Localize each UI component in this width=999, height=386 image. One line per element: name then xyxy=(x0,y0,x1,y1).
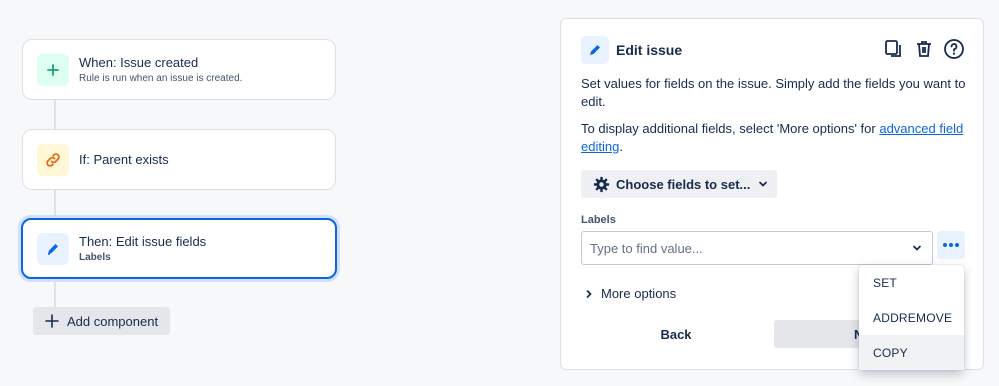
condition-title: If: Parent exists xyxy=(79,152,169,167)
field-operation-menu-button[interactable] xyxy=(937,231,965,259)
help-icon[interactable] xyxy=(943,38,965,60)
pencil-icon xyxy=(37,232,69,265)
display-note-suffix: . xyxy=(619,139,623,154)
panel-title: Edit issue xyxy=(616,42,683,58)
pencil-icon xyxy=(581,36,609,64)
link-icon xyxy=(37,143,69,176)
action-title: Then: Edit issue fields xyxy=(79,234,207,249)
labels-select-input[interactable]: Type to find value... xyxy=(581,231,933,265)
action-subtitle: Labels xyxy=(79,252,111,263)
plus-icon xyxy=(45,314,59,328)
menu-item-set[interactable]: SET xyxy=(859,265,964,300)
display-note-text: To display additional fields, select 'Mo… xyxy=(581,121,880,136)
condition-card[interactable]: If: Parent exists xyxy=(22,129,336,190)
field-operation-menu: SET ADDREMOVE COPY xyxy=(859,265,964,370)
add-component-button[interactable]: Add component xyxy=(33,307,170,335)
labels-placeholder: Type to find value... xyxy=(590,240,703,256)
menu-item-copy[interactable]: COPY xyxy=(859,335,964,370)
panel-description: Set values for fields on the issue. Simp… xyxy=(581,76,966,109)
trigger-subtitle: Rule is run when an issue is created. xyxy=(79,73,243,84)
duplicate-icon[interactable] xyxy=(883,38,905,60)
trigger-card[interactable]: When: Issue created Rule is run when an … xyxy=(22,39,336,100)
flow-connector xyxy=(54,190,56,219)
gear-icon xyxy=(593,176,610,192)
back-button[interactable]: Back xyxy=(581,320,771,348)
more-options-toggle[interactable]: More options xyxy=(585,286,676,301)
automation-rule-editor: When: Issue created Rule is run when an … xyxy=(0,0,999,386)
flow-connector xyxy=(54,280,56,308)
chevron-right-icon xyxy=(586,289,592,298)
add-component-label: Add component xyxy=(67,313,159,329)
labels-field-label: Labels xyxy=(581,214,616,226)
more-options-label: More options xyxy=(601,286,677,301)
menu-item-addremove[interactable]: ADDREMOVE xyxy=(859,300,964,335)
trigger-title: When: Issue created xyxy=(79,55,199,70)
trash-icon[interactable] xyxy=(913,38,935,60)
choose-fields-button[interactable]: Choose fields to set... xyxy=(581,170,777,198)
more-icon xyxy=(943,243,959,247)
choose-fields-label: Choose fields to set... xyxy=(616,176,751,192)
chevron-down-icon xyxy=(913,245,921,251)
plus-icon xyxy=(37,53,69,86)
action-card[interactable]: Then: Edit issue fields Labels xyxy=(21,218,337,279)
chevron-down-icon xyxy=(759,181,768,187)
flow-connector xyxy=(54,100,56,129)
panel-display-note: To display additional fields, select 'Mo… xyxy=(581,120,967,156)
